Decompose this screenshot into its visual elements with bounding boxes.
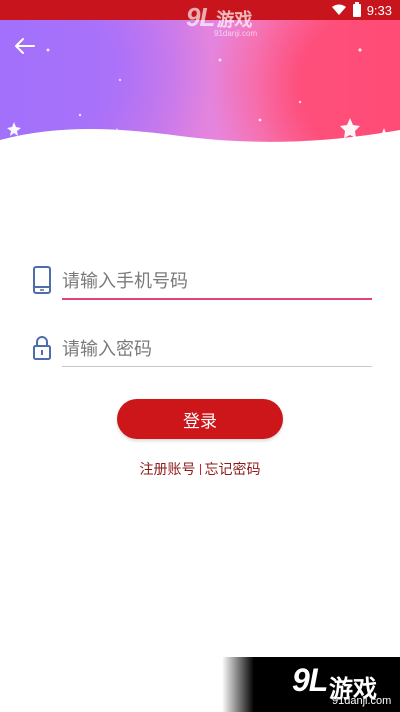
link-separator	[199, 464, 201, 475]
watermark-url: 91danji.com	[332, 695, 392, 707]
password-field	[30, 332, 372, 368]
forgot-password-link[interactable]: 忘记密码	[205, 462, 261, 478]
auth-links: 注册账号 忘记密码	[0, 459, 400, 479]
watermark-url: 91danji.com	[214, 29, 258, 38]
login-button[interactable]: 登录	[117, 399, 283, 439]
header-wave	[0, 129, 400, 165]
wifi-icon	[331, 4, 346, 15]
register-link[interactable]: 注册账号	[140, 462, 196, 478]
watermark-top: 9L 游戏 91danji.com	[186, 4, 286, 42]
battery-icon	[352, 1, 361, 17]
phone-icon	[33, 266, 51, 294]
status-time: 9:33	[366, 2, 392, 18]
phone-field	[30, 264, 372, 300]
status-right: 9:33	[331, 0, 392, 20]
password-input[interactable]	[62, 332, 372, 367]
phone-input[interactable]	[62, 264, 372, 300]
lock-icon	[33, 336, 51, 360]
watermark-logo-number: 9L	[292, 662, 328, 698]
watermark-logo-number: 9L	[186, 2, 215, 32]
watermark-bottom: 9L 游戏 91danji.com	[222, 657, 400, 712]
